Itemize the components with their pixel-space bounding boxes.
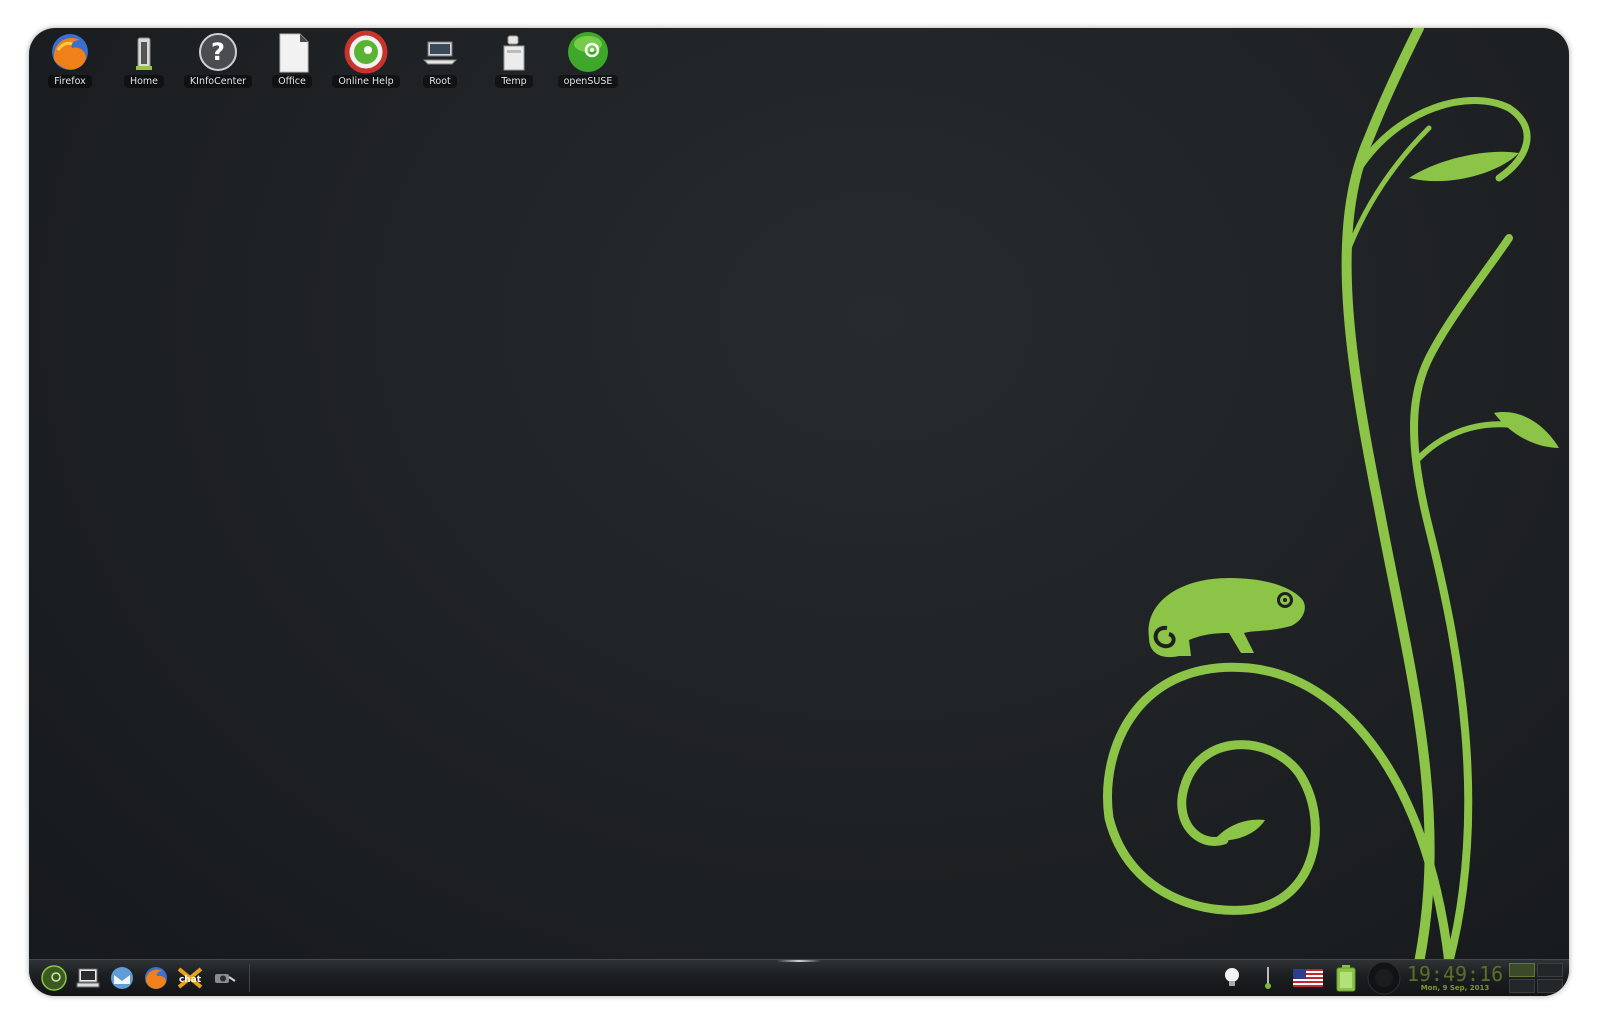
desktop-icon-label: Firefox [48, 75, 92, 88]
temp-folder-icon [503, 35, 525, 71]
desktop-icon-kinfocenter[interactable]: ? KInfoCenter [181, 30, 255, 88]
notifications-button[interactable] [1221, 960, 1243, 996]
home-icon [136, 37, 152, 70]
computer-launcher[interactable] [73, 963, 103, 993]
chameleon-logo-icon [1148, 578, 1305, 658]
us-flag-icon [1293, 969, 1323, 987]
desktop-icon-firefox[interactable]: Firefox [33, 30, 107, 88]
desktop-icon-online-help[interactable]: Online Help [329, 30, 403, 88]
clock-date: Mon, 9 Sep, 2013 [1420, 983, 1490, 992]
launcher-separator [249, 964, 250, 992]
system-tray: 19:49:16 Mon, 9 Sep, 2013 [1217, 960, 1569, 996]
digital-clock[interactable]: 19:49:16 Mon, 9 Sep, 2013 [1405, 960, 1505, 996]
firefox-icon [52, 34, 88, 70]
application-menu-button[interactable] [39, 963, 69, 993]
desktop-icon-office[interactable]: Office [255, 30, 329, 88]
opensuse-icon [568, 32, 608, 72]
desktop-icon-opensuse[interactable]: openSUSE [551, 30, 625, 88]
pager-desktop-3[interactable] [1509, 979, 1535, 993]
screenshot-launcher[interactable] [209, 963, 239, 993]
chat-launcher[interactable]: chat [175, 963, 205, 993]
svg-text:chat: chat [179, 975, 202, 985]
opensuse-menu-icon [41, 965, 67, 991]
keyboard-layout-indicator[interactable] [1293, 960, 1323, 996]
desktop-icon-label: Root [423, 75, 457, 88]
firefox-launcher[interactable] [141, 963, 171, 993]
virtual-desktop-pager[interactable] [1509, 963, 1563, 993]
battery-indicator[interactable] [1335, 960, 1357, 996]
lifebuoy-icon [344, 30, 388, 74]
svg-text:?: ? [211, 38, 225, 66]
desktop-icon-label: KInfoCenter [183, 75, 253, 88]
desktop-icon-grid: Firefox Home ? KInfoCenter Office Online… [33, 30, 625, 88]
taskbar-panel: chat 19:49:16 Mon, 9 Sep, 2013 [29, 959, 1569, 996]
desktop-icon-temp[interactable]: Temp [477, 30, 551, 88]
desktop-icon-home[interactable]: Home [107, 30, 181, 88]
desktop-icon-label: Office [272, 75, 312, 88]
mail-launcher[interactable] [107, 963, 137, 993]
desktop-screen: Firefox Home ? KInfoCenter Office Online… [29, 28, 1569, 996]
desktop-icon-label: Online Help [332, 75, 400, 88]
lightbulb-icon [1225, 968, 1239, 986]
chat-icon: chat [177, 967, 203, 989]
help-icon: ? [199, 33, 237, 71]
pager-desktop-4[interactable] [1537, 979, 1563, 993]
avatar-icon [1367, 961, 1401, 995]
mail-icon [111, 967, 133, 989]
quick-launch-bar: chat [39, 962, 250, 994]
thermometer-icon [1265, 967, 1271, 989]
user-avatar[interactable] [1367, 960, 1401, 996]
volume-control[interactable] [1261, 960, 1275, 996]
camera-icon [215, 974, 236, 983]
desktop-icon-label: Home [123, 75, 165, 88]
pager-desktop-2[interactable] [1537, 963, 1563, 977]
wallpaper [1103, 28, 1559, 968]
document-icon [279, 33, 309, 73]
desktop-icon-label: Temp [495, 75, 533, 88]
firefox-icon [145, 967, 167, 989]
panel-center-marker [777, 960, 821, 962]
pager-desktop-1[interactable] [1509, 963, 1535, 977]
desktop-icon-root[interactable]: Root [403, 30, 477, 88]
computer-icon [76, 968, 100, 988]
desktop-icon-label: openSUSE [557, 75, 619, 88]
root-drive-icon [422, 41, 458, 65]
clock-time: 19:49:16 [1406, 961, 1504, 986]
battery-icon [1336, 965, 1356, 992]
